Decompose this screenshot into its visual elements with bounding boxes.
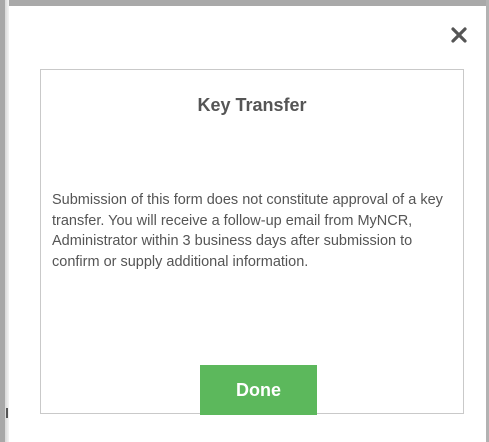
window-top-edge — [0, 0, 489, 6]
edge-marker — [6, 408, 8, 418]
dialog-message: Submission of this form does not constit… — [52, 192, 443, 270]
dialog-title: Key Transfer — [197, 95, 307, 115]
done-button[interactable]: Done — [200, 365, 317, 415]
close-button[interactable] — [448, 24, 470, 46]
modal-window: Key Transfer Submission of this form doe… — [0, 0, 489, 442]
close-icon — [451, 27, 467, 43]
dialog-panel: Key Transfer Submission of this form doe… — [40, 69, 464, 415]
window-left-edge — [0, 0, 9, 442]
